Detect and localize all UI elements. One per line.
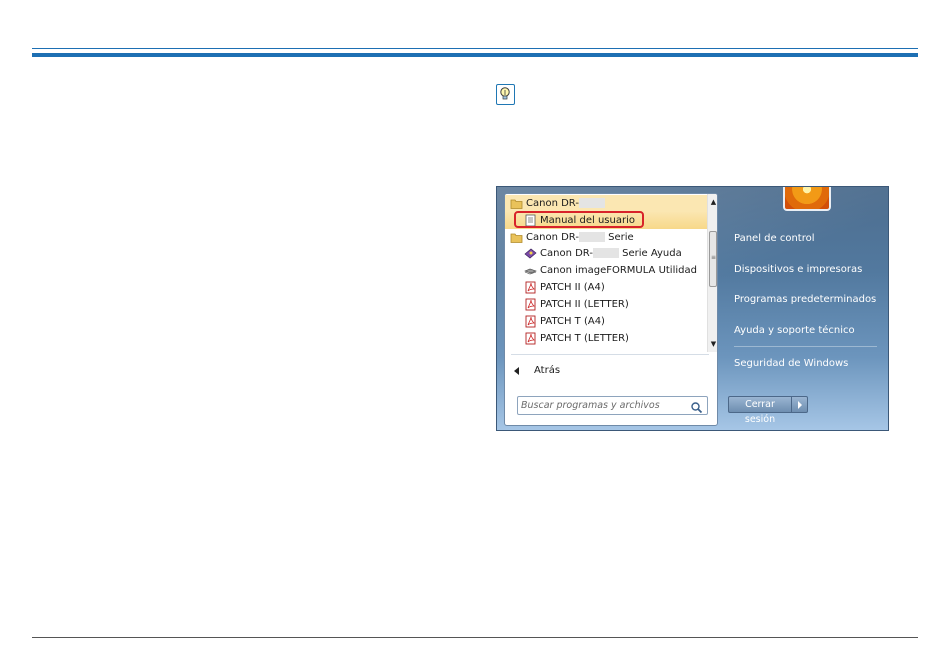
scrollbar-thumb[interactable]: ≡ xyxy=(709,231,717,287)
user-avatar[interactable] xyxy=(783,187,831,211)
program-label: PATCH II (A4) xyxy=(540,282,605,293)
program-folder-canon-dr-serie[interactable]: Canon DR- Serie xyxy=(505,229,707,246)
program-item-patch-t-letter[interactable]: PATCH T (LETTER) xyxy=(505,330,707,347)
scanner-utility-icon xyxy=(524,264,537,277)
programs-list: Canon DR- Manual del usuario Canon DR- S… xyxy=(505,194,717,352)
program-label: PATCH II (LETTER) xyxy=(540,299,629,310)
pdf-icon xyxy=(524,332,537,345)
logoff-button[interactable]: Cerrar sesión xyxy=(728,396,792,425)
back-arrow-icon xyxy=(514,367,519,375)
right-item-programas[interactable]: Programas predeterminados xyxy=(734,294,884,305)
program-folder-canon-dr[interactable]: Canon DR- xyxy=(505,195,707,212)
program-label: Canon DR- xyxy=(540,248,593,259)
grip-icon: ≡ xyxy=(711,254,717,261)
program-label-suffix: Serie Ayuda xyxy=(622,248,682,259)
divider xyxy=(511,354,709,355)
right-item-panel-control[interactable]: Panel de control xyxy=(734,233,884,244)
program-item-patch-ii-a4[interactable]: PATCH II (A4) xyxy=(505,279,707,296)
scroll-up-arrow-icon[interactable]: ▲ xyxy=(709,196,717,208)
program-label: Canon imageFORMULA Utilidad xyxy=(540,265,697,276)
search-input[interactable] xyxy=(521,397,686,414)
pdf-icon xyxy=(524,315,537,328)
program-item-patch-t-a4[interactable]: PATCH T (A4) xyxy=(505,313,707,330)
folder-icon xyxy=(510,197,523,210)
redacted-model xyxy=(592,248,619,258)
pdf-icon xyxy=(524,298,537,311)
back-button[interactable]: Atrás xyxy=(505,362,705,380)
highlight-annotation xyxy=(514,211,644,228)
shutdown-options-arrow-icon[interactable] xyxy=(792,396,808,413)
search-icon[interactable] xyxy=(690,399,703,414)
right-item-seguridad[interactable]: Seguridad de Windows xyxy=(734,358,884,369)
back-label: Atrás xyxy=(534,365,561,376)
program-item-serie-ayuda[interactable]: Canon DR- Serie Ayuda xyxy=(505,245,707,262)
divider xyxy=(734,346,877,347)
right-item-ayuda[interactable]: Ayuda y soporte técnico xyxy=(734,325,884,336)
program-label-suffix: Serie xyxy=(608,232,634,243)
help-book-icon xyxy=(524,247,537,260)
lightbulb-hint-icon xyxy=(496,84,515,105)
programs-panel: Canon DR- Manual del usuario Canon DR- S… xyxy=(504,193,718,426)
program-item-patch-ii-letter[interactable]: PATCH II (LETTER) xyxy=(505,296,707,313)
program-label: Canon DR- xyxy=(526,198,579,209)
program-item-imageformula-utilidad[interactable]: Canon imageFORMULA Utilidad xyxy=(505,262,707,279)
footer-rule xyxy=(32,637,918,638)
folder-icon xyxy=(510,231,523,244)
header-rule-thin xyxy=(32,48,918,49)
pdf-icon xyxy=(524,281,537,294)
scroll-down-arrow-icon[interactable]: ▼ xyxy=(709,338,717,350)
start-menu: Canon DR- Manual del usuario Canon DR- S… xyxy=(496,186,889,431)
programs-scrollbar[interactable]: ▲ ≡ ▼ xyxy=(707,194,717,352)
program-label: Canon DR- xyxy=(526,232,579,243)
redacted-model xyxy=(578,198,605,208)
search-box[interactable] xyxy=(517,396,708,415)
program-label: PATCH T (A4) xyxy=(540,316,605,327)
redacted-model xyxy=(578,232,605,242)
right-item-dispositivos[interactable]: Dispositivos e impresoras xyxy=(734,264,884,275)
program-label: PATCH T (LETTER) xyxy=(540,333,629,344)
header-rule-thick xyxy=(32,53,918,57)
